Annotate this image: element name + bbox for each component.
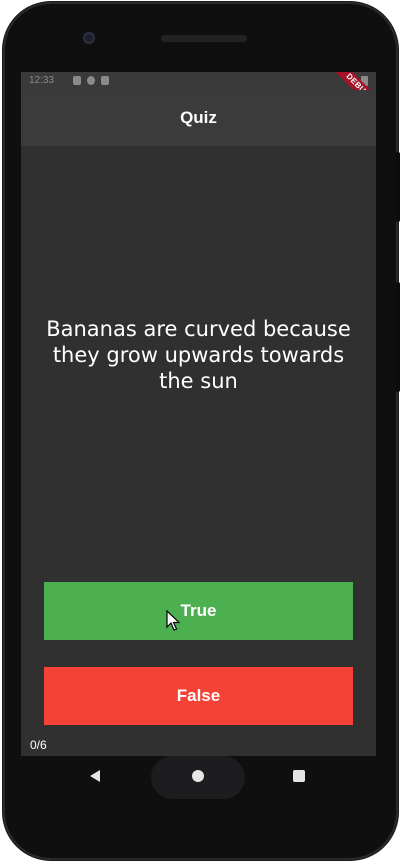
notification-icon	[73, 76, 81, 85]
recents-square-icon[interactable]	[293, 770, 305, 782]
earpiece-speaker	[161, 35, 247, 42]
app-bar: Quiz	[21, 90, 376, 146]
front-camera	[83, 32, 95, 44]
question-text: Bananas are curved because they grow upw…	[46, 317, 351, 393]
system-nav-bar	[21, 756, 376, 799]
mouse-cursor-icon	[166, 610, 180, 631]
status-time: 12:33	[29, 75, 55, 86]
status-bar: 12:33	[21, 72, 376, 90]
power-button	[396, 152, 400, 222]
score-counter: 0/6	[30, 738, 47, 752]
volume-button	[396, 282, 400, 392]
notification-icon	[101, 76, 109, 85]
notification-icon	[87, 76, 95, 85]
true-button[interactable]: True	[44, 582, 353, 640]
false-button[interactable]: False	[44, 667, 353, 725]
app-title: Quiz	[180, 108, 217, 127]
back-triangle-icon[interactable]	[88, 769, 102, 783]
quiz-body: Bananas are curved because they grow upw…	[21, 146, 376, 756]
home-circle-icon[interactable]	[192, 770, 204, 782]
screen: 12:33 DEBUG Quiz Bananas are curved beca…	[21, 72, 376, 756]
